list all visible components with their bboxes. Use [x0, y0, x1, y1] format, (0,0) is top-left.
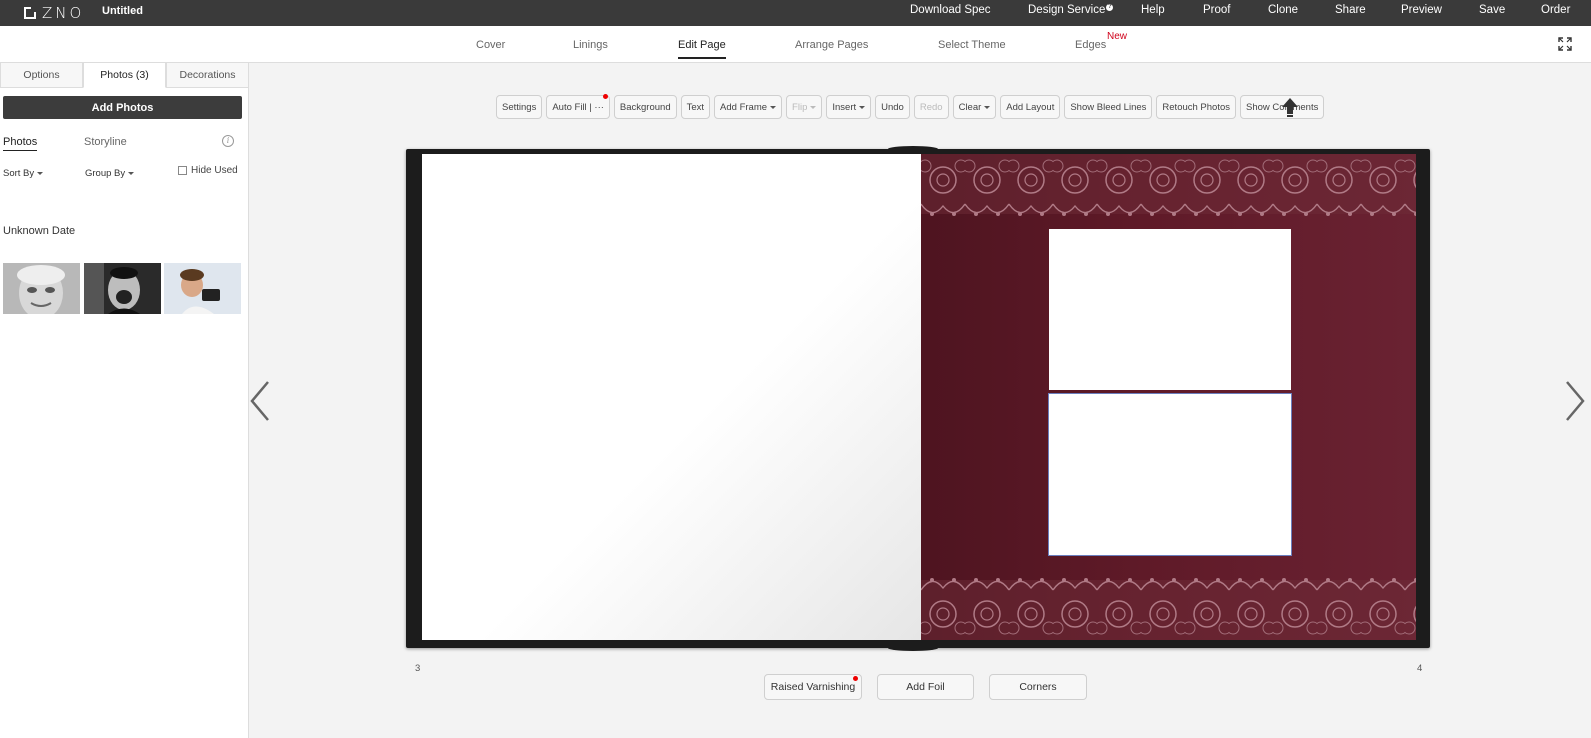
subtab-storyline[interactable]: Storyline: [84, 136, 127, 148]
download-spec-link[interactable]: Download Spec: [910, 4, 991, 16]
background-button[interactable]: Background: [613, 95, 677, 119]
hide-used-checkbox[interactable]: [178, 166, 187, 175]
text-button[interactable]: Text: [680, 95, 711, 119]
right-page-number: 4: [1417, 663, 1423, 674]
auto-fill-label: Auto Fill: [552, 101, 587, 113]
tab-arrange-pages[interactable]: Arrange Pages: [795, 39, 868, 51]
preview-link[interactable]: Preview: [1401, 4, 1442, 16]
tab-decorations[interactable]: Decorations: [166, 63, 249, 88]
main-tab-bar: Cover Linings Edit Page Arrange Pages Se…: [0, 26, 1591, 63]
book-spread: [406, 146, 1430, 651]
notification-dot: [853, 676, 858, 681]
new-badge: New: [1107, 31, 1128, 42]
top-bar: ZNO Untitled Download Spec Design Servic…: [0, 0, 1591, 26]
order-link[interactable]: Order: [1541, 4, 1570, 16]
caret-down-icon: [770, 105, 777, 109]
upload-arrow-icon[interactable]: [1281, 97, 1299, 117]
right-page[interactable]: [921, 154, 1416, 640]
flip-label: Flip: [792, 101, 808, 113]
zno-logo[interactable]: ZNO: [24, 5, 84, 21]
help-question-icon[interactable]: ?: [1106, 4, 1114, 11]
auto-fill-more-icon[interactable]: | ···: [589, 102, 604, 113]
tab-cover[interactable]: Cover: [476, 39, 505, 51]
tab-options[interactable]: Options: [0, 63, 83, 88]
logo-mark-icon: [24, 7, 36, 19]
save-link[interactable]: Save: [1479, 4, 1505, 16]
document-title[interactable]: Untitled: [102, 5, 143, 17]
raised-varnishing-button[interactable]: Raised Varnishing: [764, 674, 862, 700]
left-page[interactable]: [422, 154, 921, 640]
caret-down-icon: [984, 105, 991, 109]
caret-down-icon: [128, 171, 135, 175]
tab-edges[interactable]: Edges: [1075, 39, 1106, 51]
clear-label: Clear: [958, 101, 982, 113]
add-foil-button[interactable]: Add Foil: [877, 674, 974, 700]
proof-link[interactable]: Proof: [1203, 4, 1231, 16]
design-service-link[interactable]: Design Service?: [1028, 4, 1114, 16]
add-layout-button[interactable]: Add Layout: [1000, 95, 1061, 119]
group-by-dropdown[interactable]: Group By: [85, 168, 135, 179]
spine-bottom: [888, 645, 938, 651]
info-icon[interactable]: i: [222, 135, 234, 147]
show-bleed-lines-button[interactable]: Show Bleed Lines: [1064, 95, 1153, 119]
settings-button[interactable]: Settings: [496, 95, 543, 119]
share-link[interactable]: Share: [1335, 4, 1366, 16]
edit-toolbar: Settings Auto Fill | ··· Background Text…: [496, 94, 1325, 119]
add-photos-button[interactable]: Add Photos: [3, 96, 242, 119]
caret-down-icon: [37, 171, 44, 175]
retouch-photos-button[interactable]: Retouch Photos: [1156, 95, 1237, 119]
fullscreen-icon[interactable]: [1558, 37, 1572, 51]
previous-spread-icon[interactable]: [248, 380, 272, 422]
group-by-label: Group By: [85, 168, 126, 179]
subtab-photos[interactable]: Photos: [3, 136, 38, 151]
logo-text: ZNO: [42, 4, 85, 22]
hide-used-label: Hide Used: [191, 165, 238, 176]
tab-edit-page[interactable]: Edit Page: [678, 39, 726, 59]
sort-by-dropdown[interactable]: Sort By: [3, 168, 44, 179]
insert-button[interactable]: Insert: [826, 95, 872, 119]
date-group-heading: Unknown Date: [3, 225, 76, 237]
tab-linings[interactable]: Linings: [573, 39, 608, 51]
caret-down-icon: [859, 105, 866, 109]
insert-label: Insert: [832, 101, 857, 113]
add-frame-label: Add Frame: [720, 101, 768, 113]
add-frame-button[interactable]: Add Frame: [714, 95, 783, 119]
left-page-number: 3: [415, 663, 421, 674]
tab-select-theme[interactable]: Select Theme: [938, 39, 1006, 51]
clear-button[interactable]: Clear: [952, 95, 997, 119]
panel-tabs: Options Photos (3) Decorations: [0, 63, 249, 88]
notification-dot: [602, 94, 608, 99]
sort-by-label: Sort By: [3, 168, 35, 179]
photo-thumbnail[interactable]: [164, 263, 241, 314]
undo-button[interactable]: Undo: [875, 95, 910, 119]
design-service-label: Design Service: [1028, 4, 1106, 16]
photo-thumbnail[interactable]: [3, 263, 80, 314]
tab-photos[interactable]: Photos (3): [83, 63, 166, 88]
photo-frame-top[interactable]: [1049, 229, 1291, 390]
lace-border-top: [921, 154, 1416, 226]
redo-button[interactable]: Redo: [913, 95, 949, 119]
next-spread-icon[interactable]: [1563, 380, 1587, 422]
photo-frame-bottom[interactable]: [1048, 393, 1292, 556]
caret-down-icon: [810, 105, 817, 109]
lace-border-bottom: [921, 568, 1416, 640]
flip-button[interactable]: Flip: [786, 95, 823, 119]
photo-thumbnail[interactable]: [84, 263, 161, 314]
clone-link[interactable]: Clone: [1268, 4, 1298, 16]
left-panel: Options Photos (3) Decorations Add Photo…: [0, 63, 249, 738]
hide-used-toggle[interactable]: Hide Used: [178, 165, 238, 176]
corners-button[interactable]: Corners: [989, 674, 1087, 700]
spine-top: [888, 146, 938, 152]
help-link[interactable]: Help: [1141, 4, 1165, 16]
auto-fill-button[interactable]: Auto Fill | ···: [546, 94, 610, 119]
raised-varnishing-label: Raised Varnishing: [770, 681, 856, 693]
